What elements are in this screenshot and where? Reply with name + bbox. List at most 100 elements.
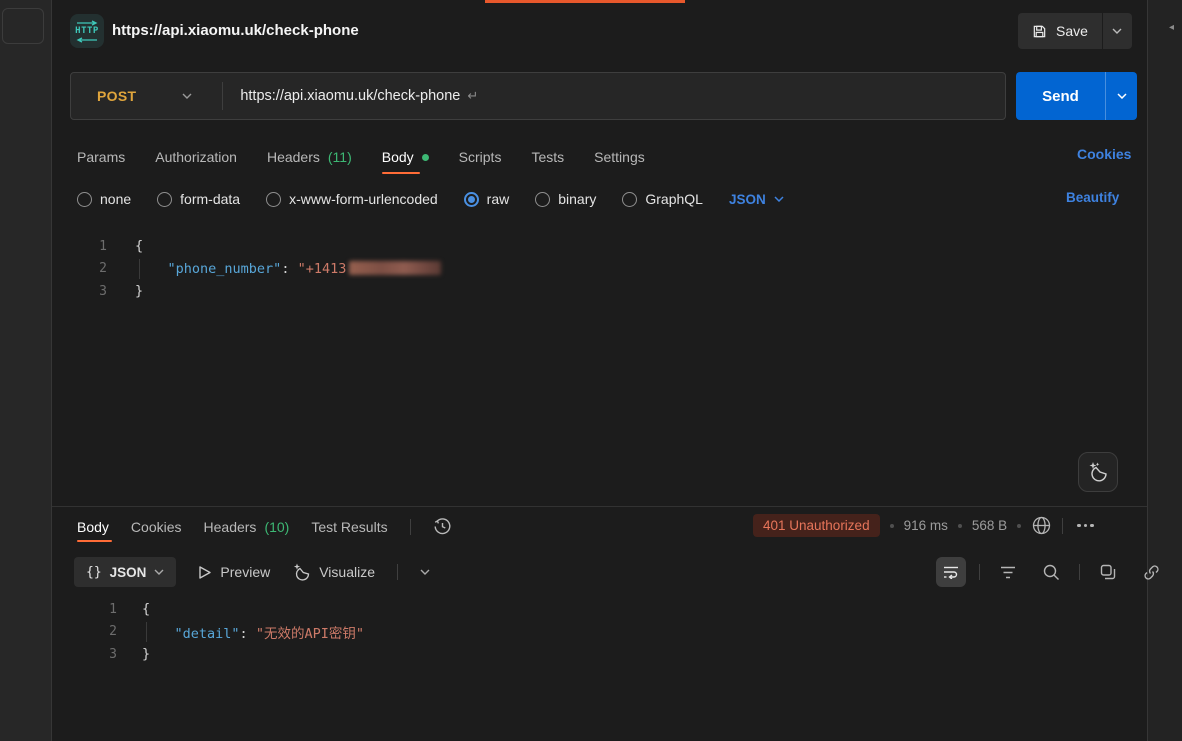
collapse-arrow-icon[interactable]: ◂ — [1169, 22, 1174, 33]
divider — [397, 564, 398, 580]
tab-authorization-label: Authorization — [155, 149, 237, 165]
method-selector[interactable]: POST — [97, 88, 136, 104]
method-chevron-down-icon[interactable] — [182, 93, 192, 99]
response-tab-cookies[interactable]: Cookies — [131, 511, 182, 542]
response-history-button[interactable] — [433, 511, 452, 542]
line-number: 2 — [52, 261, 107, 276]
radio-binary[interactable]: binary — [535, 191, 596, 207]
request-header-bar: HTTP https://api.xiaomu.uk/check-phone S… — [52, 0, 1147, 62]
line-number: 3 — [52, 647, 117, 662]
body-format-label: JSON — [729, 192, 766, 207]
sidebar-collapsed-item[interactable] — [2, 8, 44, 44]
response-panel-divider[interactable] — [52, 506, 1147, 507]
indent-guide — [146, 622, 147, 642]
search-icon — [1043, 564, 1060, 581]
tab-settings-label: Settings — [594, 149, 645, 165]
wrap-text-button[interactable] — [936, 557, 966, 587]
save-options-button[interactable] — [1102, 13, 1132, 49]
divider — [979, 564, 980, 580]
separator-dot — [890, 524, 894, 528]
network-globe-icon[interactable] — [1031, 515, 1052, 536]
radio-graphql[interactable]: GraphQL — [622, 191, 703, 207]
request-body-editor[interactable]: 1 { 2 "phone_number": "+1413 3 } — [52, 235, 1147, 303]
radio-selected-icon — [464, 192, 479, 207]
history-clock-icon — [433, 517, 452, 536]
chevron-down-icon[interactable] — [420, 569, 430, 575]
arrow-right-icon — [76, 20, 98, 26]
tab-settings[interactable]: Settings — [594, 140, 645, 174]
radio-circle-icon — [77, 192, 92, 207]
radio-circle-icon — [157, 192, 172, 207]
response-tab-headers[interactable]: Headers (10) — [204, 511, 290, 542]
wrap-text-icon — [943, 565, 959, 579]
radio-circle-icon — [266, 192, 281, 207]
code-text: { — [142, 601, 150, 617]
radio-none[interactable]: none — [77, 191, 131, 207]
http-request-icon: HTTP — [70, 14, 104, 48]
code-text: } — [135, 283, 143, 299]
code-line: 3 } — [52, 280, 1147, 303]
preview-button[interactable]: Preview — [198, 564, 270, 580]
link-icon — [1143, 564, 1160, 581]
code-line: 1 { — [52, 598, 1147, 621]
tab-authorization[interactable]: Authorization — [155, 140, 237, 174]
url-builder: POST https://api.xiaomu.uk/check-phone ↵ — [70, 72, 1006, 120]
beautify-link[interactable]: Beautify — [1066, 190, 1119, 205]
send-button-label: Send — [1042, 88, 1079, 105]
response-tab-cookies-label: Cookies — [131, 519, 182, 535]
body-modified-dot — [422, 154, 429, 161]
tab-body[interactable]: Body — [382, 140, 429, 174]
body-type-selector: none form-data x-www-form-urlencoded raw… — [77, 186, 784, 212]
visualize-button[interactable]: Visualize — [292, 563, 375, 582]
tab-params[interactable]: Params — [77, 140, 125, 174]
radio-urlencoded-label: x-www-form-urlencoded — [289, 191, 438, 207]
postbot-button[interactable] — [1078, 452, 1118, 492]
filter-button[interactable] — [993, 557, 1023, 587]
send-button[interactable]: Send — [1016, 72, 1105, 120]
response-format-dropdown[interactable]: {} JSON — [74, 557, 176, 587]
preview-label: Preview — [220, 564, 270, 580]
radio-raw-label: raw — [487, 191, 510, 207]
more-options-icon[interactable] — [1073, 520, 1098, 532]
response-toolbar: {} JSON Preview Visualize — [74, 556, 430, 588]
response-tab-body-label: Body — [77, 519, 109, 535]
body-format-dropdown[interactable]: JSON — [729, 192, 784, 207]
line-number: 2 — [52, 624, 117, 639]
tab-headers[interactable]: Headers (11) — [267, 140, 352, 174]
response-tab-bar: Body Cookies Headers (10) Test Results — [77, 511, 452, 542]
tab-body-label: Body — [382, 149, 414, 165]
response-body-editor[interactable]: 1 { 2 "detail": "无效的API密钥" 3 } — [52, 598, 1147, 666]
response-tab-body[interactable]: Body — [77, 511, 109, 542]
code-line: 1 { — [52, 235, 1147, 258]
radio-urlencoded[interactable]: x-www-form-urlencoded — [266, 191, 438, 207]
send-options-button[interactable] — [1105, 72, 1137, 120]
tab-tests[interactable]: Tests — [531, 140, 564, 174]
url-input[interactable]: https://api.xiaomu.uk/check-phone — [240, 88, 460, 104]
radio-form-data-label: form-data — [180, 191, 240, 207]
code-line: 2 "detail": "无效的API密钥" — [52, 621, 1147, 644]
save-button[interactable]: Save — [1018, 13, 1102, 49]
cookies-link[interactable]: Cookies — [1077, 146, 1131, 162]
line-number: 1 — [52, 239, 107, 254]
request-tab-bar: Params Authorization Headers (11) Body S… — [77, 140, 645, 174]
response-tab-test-results[interactable]: Test Results — [311, 511, 387, 542]
response-toolbar-icons — [936, 557, 1166, 587]
copy-button[interactable] — [1093, 557, 1123, 587]
postbot-icon — [1087, 461, 1109, 483]
arrow-left-icon — [76, 37, 98, 43]
chevron-down-icon — [1112, 28, 1122, 34]
response-size[interactable]: 568 B — [972, 518, 1007, 533]
divider — [222, 82, 223, 110]
code-text: "detail": "无效的API密钥" — [142, 622, 364, 642]
send-split-button: Send — [1016, 72, 1137, 120]
radio-raw[interactable]: raw — [464, 191, 510, 207]
return-icon: ↵ — [467, 88, 478, 104]
http-badge-label: HTTP — [75, 27, 99, 36]
tab-scripts[interactable]: Scripts — [459, 140, 502, 174]
search-button[interactable] — [1036, 557, 1066, 587]
radio-form-data[interactable]: form-data — [157, 191, 240, 207]
response-time[interactable]: 916 ms — [904, 518, 948, 533]
save-button-label: Save — [1056, 23, 1088, 39]
link-button[interactable] — [1136, 557, 1166, 587]
status-badge[interactable]: 401 Unauthorized — [753, 514, 880, 537]
